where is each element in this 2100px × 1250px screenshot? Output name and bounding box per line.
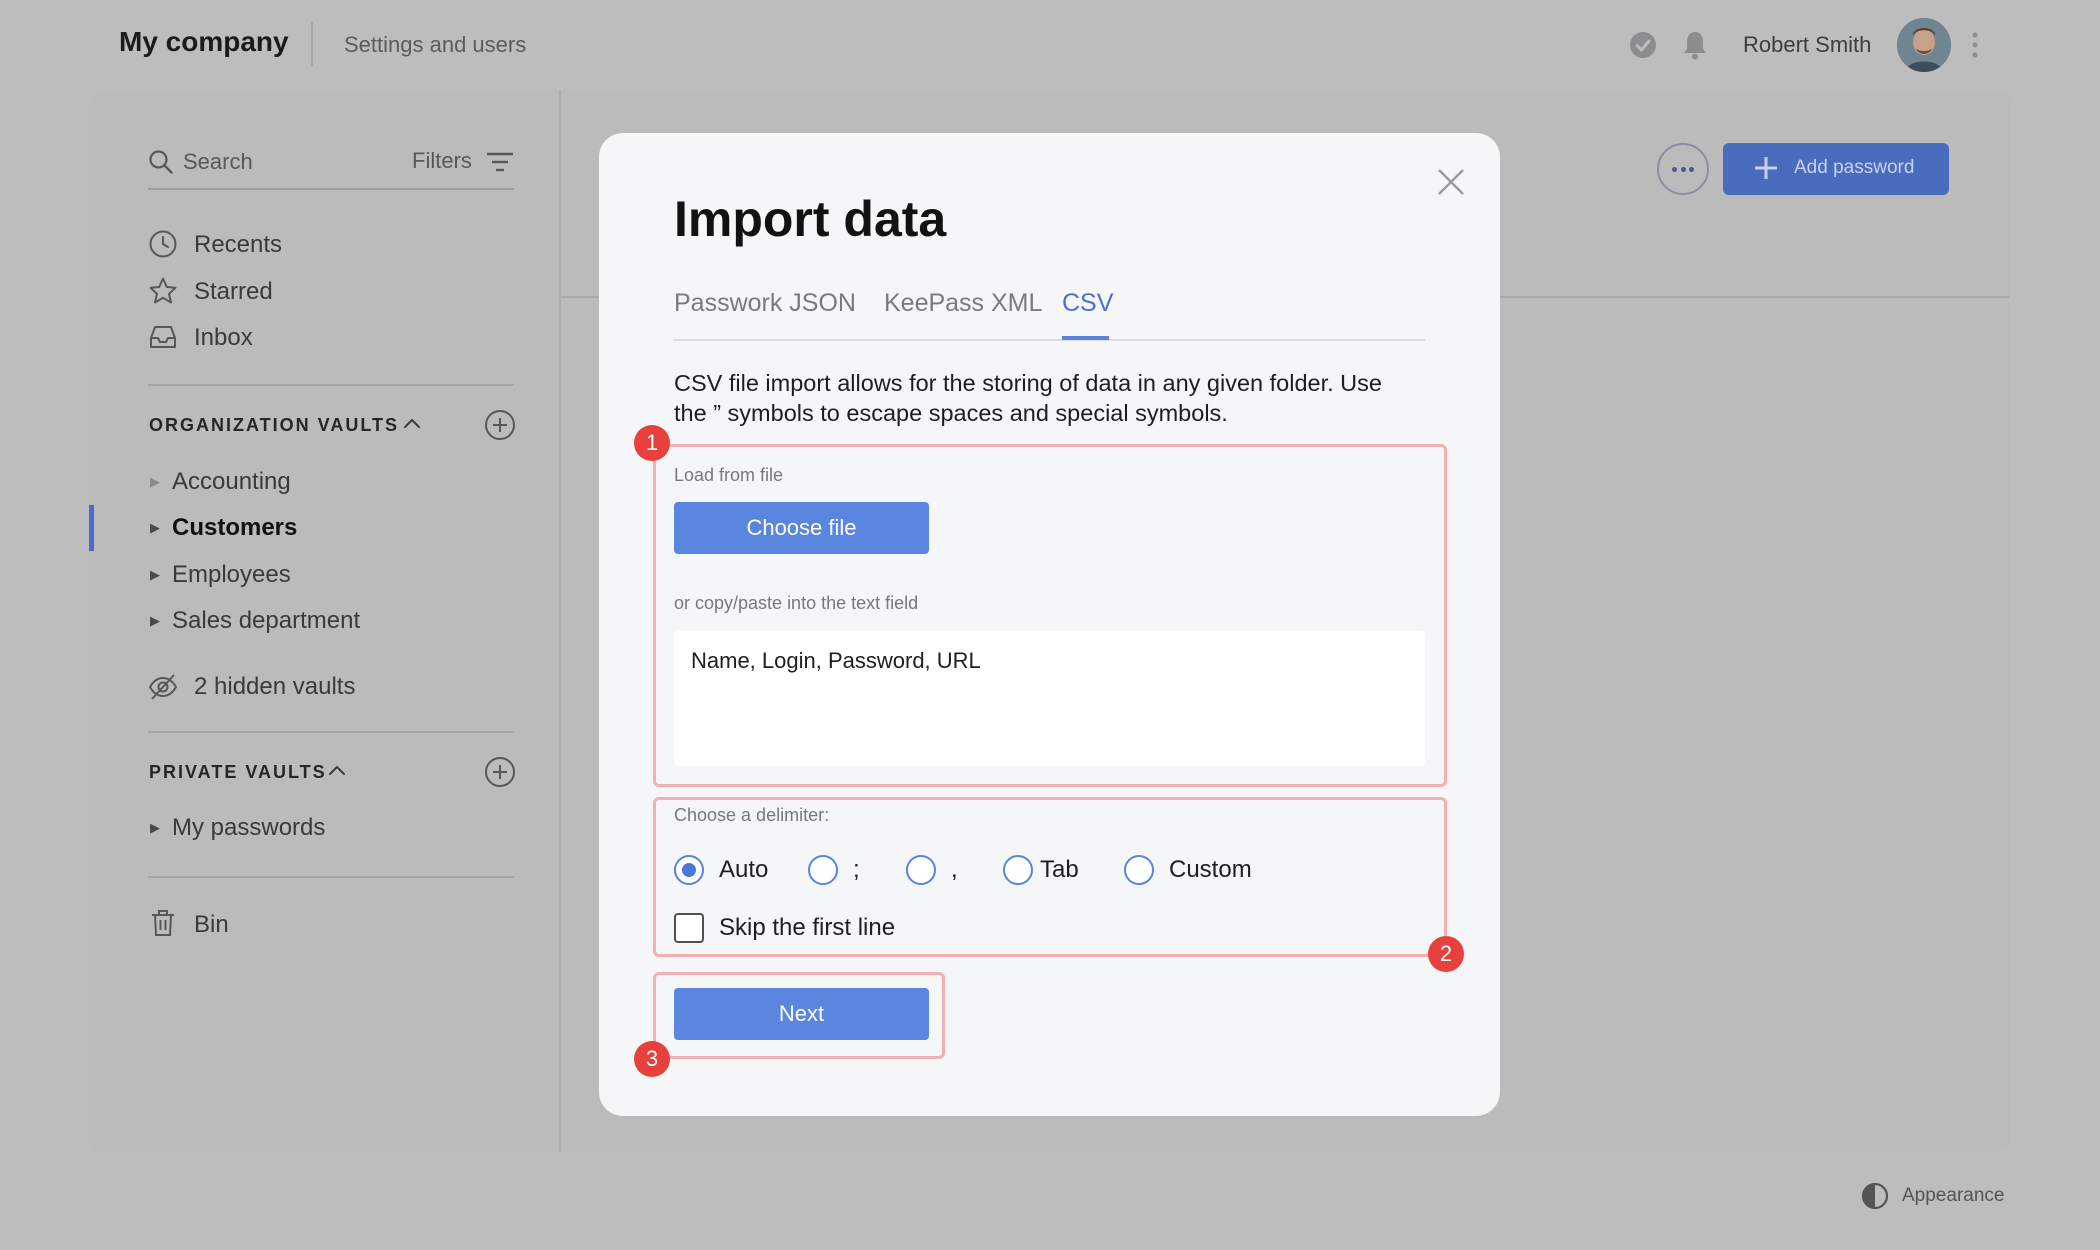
import-description: CSV file import allows for the storing o… — [674, 370, 1382, 426]
chevron-up-icon[interactable] — [327, 762, 347, 778]
header-divider — [311, 22, 313, 66]
eye-off-icon — [148, 674, 178, 700]
sidebar-divider — [148, 384, 514, 386]
radio-auto-label[interactable]: Auto — [719, 856, 768, 884]
private-vaults-title[interactable]: PRIVATE VAULTS — [149, 762, 327, 783]
company-name[interactable]: My company — [119, 26, 289, 58]
radio-custom[interactable] — [1124, 855, 1154, 885]
bell-icon[interactable] — [1680, 29, 1710, 61]
avatar[interactable] — [1897, 18, 1951, 72]
vault-sales-department[interactable]: Sales department — [172, 607, 360, 635]
csv-text-field[interactable]: Name, Login, Password, URL — [674, 631, 1425, 766]
skip-first-line-label[interactable]: Skip the first line — [719, 914, 895, 942]
caret-right-icon[interactable]: ▶ — [150, 820, 160, 836]
check-circle-icon[interactable] — [1629, 31, 1657, 59]
nav-item-recents[interactable]: Recents — [194, 231, 282, 259]
sidebar-divider — [148, 876, 514, 878]
radio-semicolon-label[interactable]: ; — [853, 856, 860, 884]
radio-comma-label[interactable]: , — [951, 856, 958, 884]
paste-label: or copy/paste into the text field — [674, 593, 919, 613]
choose-file-button[interactable]: Choose file — [674, 502, 929, 554]
radio-tab[interactable] — [1003, 855, 1033, 885]
caret-right-icon[interactable]: ▶ — [150, 567, 160, 583]
tabs-divider — [674, 339, 1425, 341]
close-icon[interactable] — [1436, 167, 1466, 197]
search-icon — [149, 150, 173, 174]
more-options-button[interactable] — [1657, 143, 1709, 195]
chevron-up-icon[interactable] — [402, 415, 422, 431]
step-badge-1: 1 — [634, 425, 670, 461]
step-badge-3: 3 — [634, 1041, 670, 1077]
filter-icon[interactable] — [485, 150, 515, 174]
radio-comma[interactable] — [906, 855, 936, 885]
hidden-vaults-link[interactable]: 2 hidden vaults — [194, 673, 355, 701]
settings-link[interactable]: Settings and users — [344, 32, 526, 58]
caret-right-icon[interactable]: ▶ — [150, 474, 160, 490]
add-vault-icon[interactable] — [484, 409, 516, 441]
step-badge-2: 2 — [1428, 936, 1464, 972]
vault-my-passwords[interactable]: My passwords — [172, 814, 325, 842]
user-name[interactable]: Robert Smith — [1743, 32, 1871, 58]
contrast-icon[interactable] — [1861, 1182, 1889, 1210]
star-icon — [149, 277, 177, 304]
tab-keepass-xml[interactable]: KeePass XML — [884, 289, 1042, 318]
inbox-icon — [150, 326, 176, 348]
tab-csv[interactable]: CSV — [1062, 289, 1113, 318]
sidebar-divider — [148, 731, 514, 733]
vault-customers[interactable]: Customers — [172, 514, 297, 542]
org-vaults-title[interactable]: ORGANIZATION VAULTS — [149, 415, 399, 436]
active-tab-indicator — [1062, 336, 1109, 340]
nav-item-starred[interactable]: Starred — [194, 278, 273, 306]
radio-semicolon[interactable] — [808, 855, 838, 885]
vault-accounting[interactable]: Accounting — [172, 468, 291, 496]
vault-employees[interactable]: Employees — [172, 561, 291, 589]
clock-icon — [149, 230, 177, 258]
radio-tab-label[interactable]: Tab — [1040, 856, 1079, 884]
load-from-file-label: Load from file — [674, 465, 784, 485]
tab-passwork-json[interactable]: Passwork JSON — [674, 289, 856, 318]
caret-right-icon[interactable]: ▶ — [150, 613, 160, 629]
active-indicator — [89, 505, 94, 551]
filters-button[interactable]: Filters — [412, 148, 472, 174]
add-password-button[interactable]: Add password — [1723, 143, 1949, 195]
appearance-button[interactable]: Appearance — [1902, 1185, 2004, 1207]
delimiter-label: Choose a delimiter: — [674, 805, 830, 825]
radio-custom-label[interactable]: Custom — [1169, 856, 1252, 884]
radio-auto[interactable] — [674, 855, 704, 885]
plus-icon — [1755, 157, 1777, 179]
modal-title: Import data — [674, 191, 947, 247]
skip-first-line-checkbox[interactable] — [674, 913, 704, 943]
add-private-vault-icon[interactable] — [484, 756, 516, 788]
caret-right-icon[interactable]: ▶ — [150, 520, 160, 536]
search-input[interactable]: Search — [183, 149, 253, 175]
trash-icon — [152, 910, 174, 936]
kebab-menu-icon[interactable] — [1969, 29, 1981, 61]
add-password-label: Add password — [1794, 157, 1915, 178]
nav-item-bin[interactable]: Bin — [194, 911, 229, 939]
nav-item-inbox[interactable]: Inbox — [194, 324, 253, 352]
next-button[interactable]: Next — [674, 988, 929, 1040]
